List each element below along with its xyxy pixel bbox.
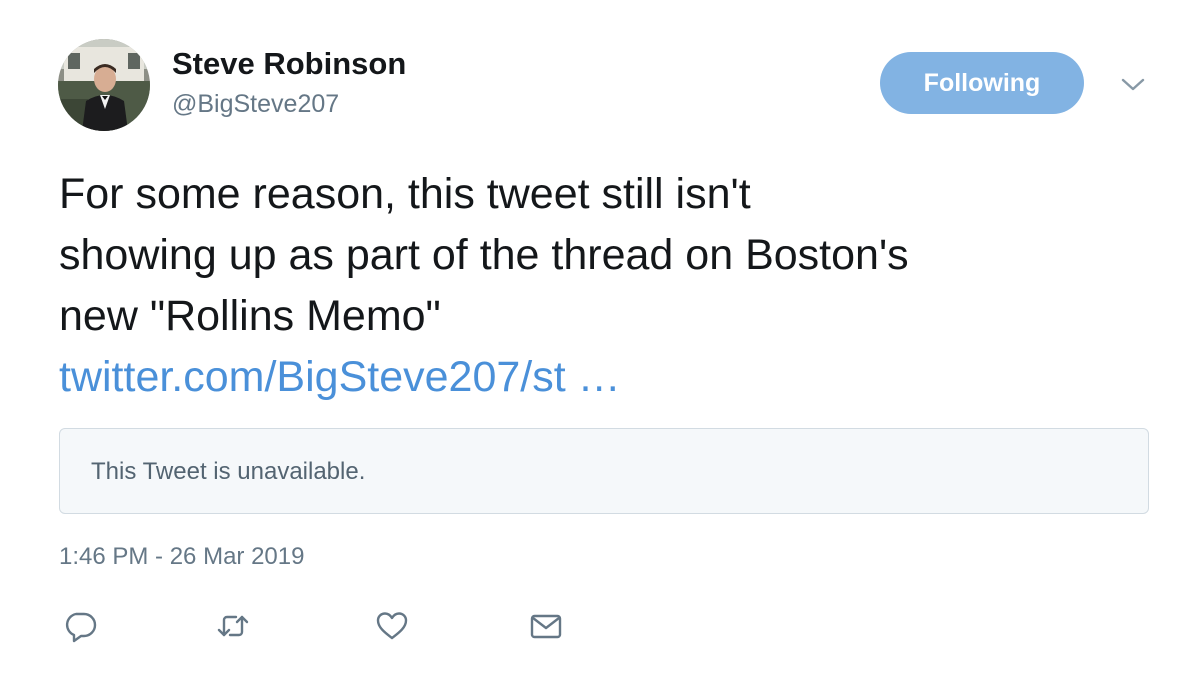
heart-icon (374, 608, 410, 644)
tweet-text-line: showing up as part of the thread on Bost… (59, 231, 909, 279)
tweet-card: Steve Robinson @BigSteve207 Following Fo… (0, 0, 1200, 679)
envelope-icon (528, 608, 564, 644)
tweet-timestamp[interactable]: 1:46 PM - 26 Mar 2019 (59, 543, 304, 571)
tweet-text-line: For some reason, this tweet still isn't (59, 170, 751, 218)
tweet-text: For some reason, this tweet still isn't … (59, 164, 1169, 347)
quoted-tweet-box[interactable]: This Tweet is unavailable. (59, 428, 1149, 514)
reply-icon (62, 608, 98, 644)
quoted-tweet-unavailable-message: This Tweet is unavailable. (91, 458, 366, 485)
like-button[interactable] (374, 608, 410, 644)
retweet-button[interactable] (215, 608, 251, 644)
reply-button[interactable] (62, 608, 98, 644)
tweet-link[interactable]: twitter.com/BigSteve207/st … (59, 347, 621, 408)
author-display-name[interactable]: Steve Robinson (172, 46, 406, 82)
following-button[interactable]: Following (880, 52, 1084, 114)
chevron-down-icon[interactable] (1120, 74, 1146, 94)
author-handle[interactable]: @BigSteve207 (172, 90, 339, 119)
tweet-text-line: new "Rollins Memo" (59, 292, 441, 340)
avatar[interactable] (58, 39, 150, 131)
direct-message-button[interactable] (528, 608, 564, 644)
retweet-icon (215, 608, 251, 644)
